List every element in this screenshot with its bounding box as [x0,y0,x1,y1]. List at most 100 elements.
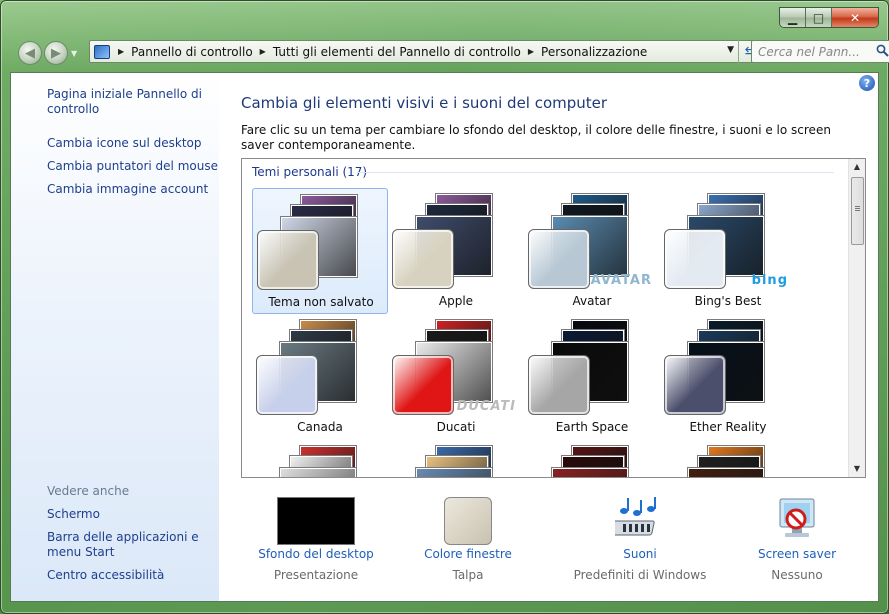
window-color-swatch [256,355,318,415]
theme-preview: AVATAR [528,192,656,289]
sounds-link[interactable]: Suoni [560,547,720,561]
theme-item[interactable]: Ether Reality [660,314,796,440]
theme-logo: AVATAR [590,273,652,288]
theme-label: Earth Space [555,420,629,434]
desktop-background-setting[interactable]: Sfondo del desktop Presentazione [236,495,396,582]
theme-label: Bing's Best [694,294,762,308]
navigation-bar: ◀ ▶ ▼ ▶ Pannello di controllo ▶ Tutti gl… [18,39,889,67]
chevron-right-icon[interactable]: ▶ [528,47,534,56]
theme-item[interactable]: Canada [252,314,388,440]
window-color-swatch [528,229,590,289]
sidebar-link-ease-of-access[interactable]: Centro accessibilità [47,568,219,583]
screen-saver-setting[interactable]: Screen saver Nessuno [717,495,877,582]
theme-preview [664,318,792,415]
theme-item[interactable]: Earth Space [524,314,660,440]
sidebar-link-display[interactable]: Schermo [47,507,219,522]
theme-label: Avatar [572,294,612,308]
window-color-swatch [664,229,726,289]
chevron-right-icon[interactable]: ▶ [260,47,266,56]
sidebar-link-account-picture[interactable]: Cambia immagine account [47,182,219,197]
address-dropdown-icon[interactable]: ▼ [727,45,734,55]
screen-saver-value: Nessuno [771,568,823,582]
grip-icon [855,206,860,207]
theme-logo: bing [751,273,788,288]
main-panel: ? Cambia gli elementi visivi e i suoni d… [219,73,878,601]
sidebar: Pagina iniziale Pannello di controllo Ca… [11,73,219,601]
caption-buttons: ▁ □ ✕ [779,7,879,28]
desktop-background-link[interactable]: Sfondo del desktop [236,547,396,561]
desktop-background-preview [277,495,355,545]
help-icon[interactable]: ? [859,75,875,91]
theme-item[interactable] [388,440,524,477]
sidebar-link-control-panel-home[interactable]: Pagina iniziale Pannello di controllo [47,87,219,117]
page-description: Fare clic su un tema per cambiare lo sfo… [241,123,831,152]
theme-item[interactable]: AVATAR Avatar [524,188,660,314]
wallpaper-thumbnail [416,468,492,477]
close-button[interactable]: ✕ [832,8,878,27]
recent-pages-dropdown[interactable]: ▼ [71,49,81,58]
theme-preview [528,444,656,477]
theme-item[interactable]: Apple [388,188,524,314]
theme-item[interactable] [524,440,660,477]
theme-preview [664,444,792,477]
theme-item[interactable] [252,440,388,477]
control-panel-icon [94,44,110,59]
window-color-preview [443,495,493,545]
themes-scrollbar[interactable]: ▲ ▼ [848,159,865,477]
breadcrumb-all-items[interactable]: Tutti gli elementi del Pannello di contr… [273,45,521,59]
window-color-swatch [257,230,319,290]
window-color-swatch [392,229,454,289]
search-box[interactable] [751,40,889,63]
sidebar-link-desktop-icons[interactable]: Cambia icone sul desktop [47,136,219,151]
scroll-up-icon[interactable]: ▲ [849,159,865,175]
chevron-right-icon[interactable]: ▶ [118,47,124,56]
content-area: Pagina iniziale Pannello di controllo Ca… [10,72,879,602]
desktop-background-value: Presentazione [273,568,359,582]
breadcrumb-control-panel[interactable]: Pannello di controllo [131,45,253,59]
theme-preview [256,318,384,415]
sidebar-link-mouse-pointers[interactable]: Cambia puntatori del mouse [47,159,219,174]
forward-button[interactable]: ▶ [44,41,68,65]
group-header-my-themes[interactable]: Temi personali (17) [252,165,367,179]
theme-item[interactable] [660,440,796,477]
window-color-value: Talpa [452,568,484,582]
maximize-button[interactable]: □ [806,8,832,27]
theme-preview [392,192,520,289]
theme-item[interactable]: DUCATI Ducati [388,314,524,440]
address-bar[interactable]: ▶ Pannello di controllo ▶ Tutti gli elem… [89,40,763,63]
page-title: Cambia gli elementi visivi e i suoni del… [241,94,608,112]
theme-logo: DUCATI [456,399,516,414]
wallpaper-thumbnail [280,468,356,477]
themes-list: Temi personali (17) Tema non salvato Appl… [241,158,866,478]
theme-label: Tema non salvato [268,295,374,309]
sounds-value: Predefiniti di Windows [573,568,707,582]
sounds-icon [609,495,665,543]
theme-preview: DUCATI [392,318,520,415]
window-color-swatch [664,355,726,415]
wallpaper-thumbnail [688,468,764,477]
window-color-swatch [392,355,454,415]
theme-preview [256,444,384,477]
scroll-down-icon[interactable]: ▼ [849,461,865,477]
window-color-setting[interactable]: Colore finestre Talpa [388,495,548,582]
theme-preview: bing [664,192,792,289]
theme-preview [392,444,520,477]
search-input[interactable] [752,41,870,62]
see-also-heading: Vedere anche [47,484,130,498]
theme-label: Apple [438,294,474,308]
screen-saver-link[interactable]: Screen saver [717,547,877,561]
back-button[interactable]: ◀ [18,41,42,65]
theme-label: Ether Reality [689,420,767,434]
theme-item[interactable]: Tema non salvato [252,188,388,314]
minimize-button[interactable]: ▁ [780,8,806,27]
sidebar-link-taskbar[interactable]: Barra delle applicazioni e menu Start [47,530,219,560]
theme-label: Ducati [436,420,476,434]
wallpaper-thumbnail [552,468,628,477]
window-color-link[interactable]: Colore finestre [388,547,548,561]
screen-saver-icon [772,495,822,543]
scroll-thumb[interactable] [851,177,864,245]
search-icon[interactable] [876,44,889,57]
breadcrumb-personalization[interactable]: Personalizzazione [541,45,647,59]
sounds-setting[interactable]: Suoni Predefiniti di Windows [560,495,720,582]
theme-item[interactable]: bing Bing's Best [660,188,796,314]
